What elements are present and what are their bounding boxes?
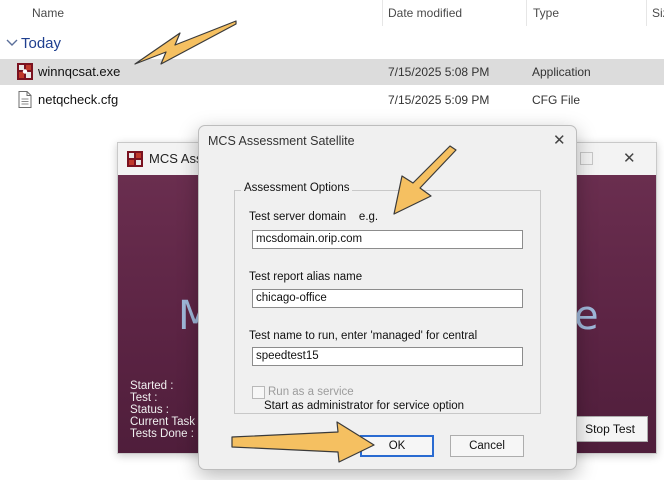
test-report-alias-input[interactable]: chicago-office: [252, 289, 523, 308]
assessment-options-groupbox: Assessment Options Test server domain e.…: [234, 182, 541, 414]
test-server-domain-label: Test server domain e.g.: [249, 211, 379, 223]
file-row-netqcheck[interactable]: netqcheck.cfg 7/15/2025 5:09 PM CFG File: [0, 87, 664, 113]
status-test-label: Test :: [130, 392, 158, 404]
run-as-service-label: Run as a service: [268, 386, 354, 398]
close-icon[interactable]: ✕: [623, 149, 636, 167]
file-date: 7/15/2025 5:08 PM: [388, 65, 490, 79]
column-separator[interactable]: [526, 0, 527, 26]
test-server-domain-input[interactable]: mcsdomain.orip.com: [252, 230, 523, 249]
column-type-header[interactable]: Type: [533, 6, 559, 20]
file-row-winnqcsat[interactable]: winnqcsat.exe 7/15/2025 5:08 PM Applicat…: [0, 59, 664, 85]
file-date: 7/15/2025 5:09 PM: [388, 93, 490, 107]
column-separator[interactable]: [382, 0, 383, 26]
column-size-header[interactable]: Siz: [652, 6, 664, 20]
document-icon: [18, 91, 32, 108]
app-icon: [127, 151, 143, 167]
app-icon: [17, 63, 33, 80]
groupbox-label: Assessment Options: [241, 182, 353, 194]
column-date-header[interactable]: Date modified: [388, 6, 462, 20]
chevron-down-icon[interactable]: [5, 36, 19, 50]
service-hint-text: Start as administrator for service optio…: [264, 400, 465, 412]
dialog-title: MCS Assessment Satellite: [208, 134, 355, 148]
group-today[interactable]: Today: [0, 33, 664, 55]
group-label: Today: [21, 35, 62, 52]
stop-test-button[interactable]: Stop Test: [572, 416, 648, 442]
column-header-row: Name Date modified Type Siz: [0, 0, 664, 28]
file-name: netqcheck.cfg: [38, 92, 119, 107]
status-started-label: Started :: [130, 380, 174, 392]
test-report-alias-label: Test report alias name: [249, 271, 363, 283]
run-as-service-checkbox[interactable]: [252, 386, 265, 399]
column-separator[interactable]: [646, 0, 647, 26]
ok-button[interactable]: OK: [360, 435, 434, 457]
assessment-options-dialog: MCS Assessment Satellite ✕ Assessment Op…: [198, 125, 577, 470]
file-type: CFG File: [532, 93, 580, 107]
status-status-label: Status :: [130, 404, 169, 416]
file-name: winnqcsat.exe: [38, 64, 121, 79]
test-name-input[interactable]: speedtest15: [252, 347, 523, 366]
status-current-task-label: Current Task :: [130, 416, 202, 428]
close-icon[interactable]: ✕: [553, 131, 566, 149]
banner-text-right: e: [574, 293, 599, 339]
status-list: Started : Test : Status : Current Task :…: [130, 380, 201, 440]
file-type: Application: [532, 65, 591, 79]
status-tests-done-label: Tests Done :: [130, 428, 194, 440]
test-name-label: Test name to run, enter 'managed' for ce…: [249, 330, 478, 342]
maximize-icon[interactable]: [580, 152, 593, 165]
column-name-header[interactable]: Name: [32, 6, 64, 20]
cancel-button[interactable]: Cancel: [450, 435, 524, 457]
